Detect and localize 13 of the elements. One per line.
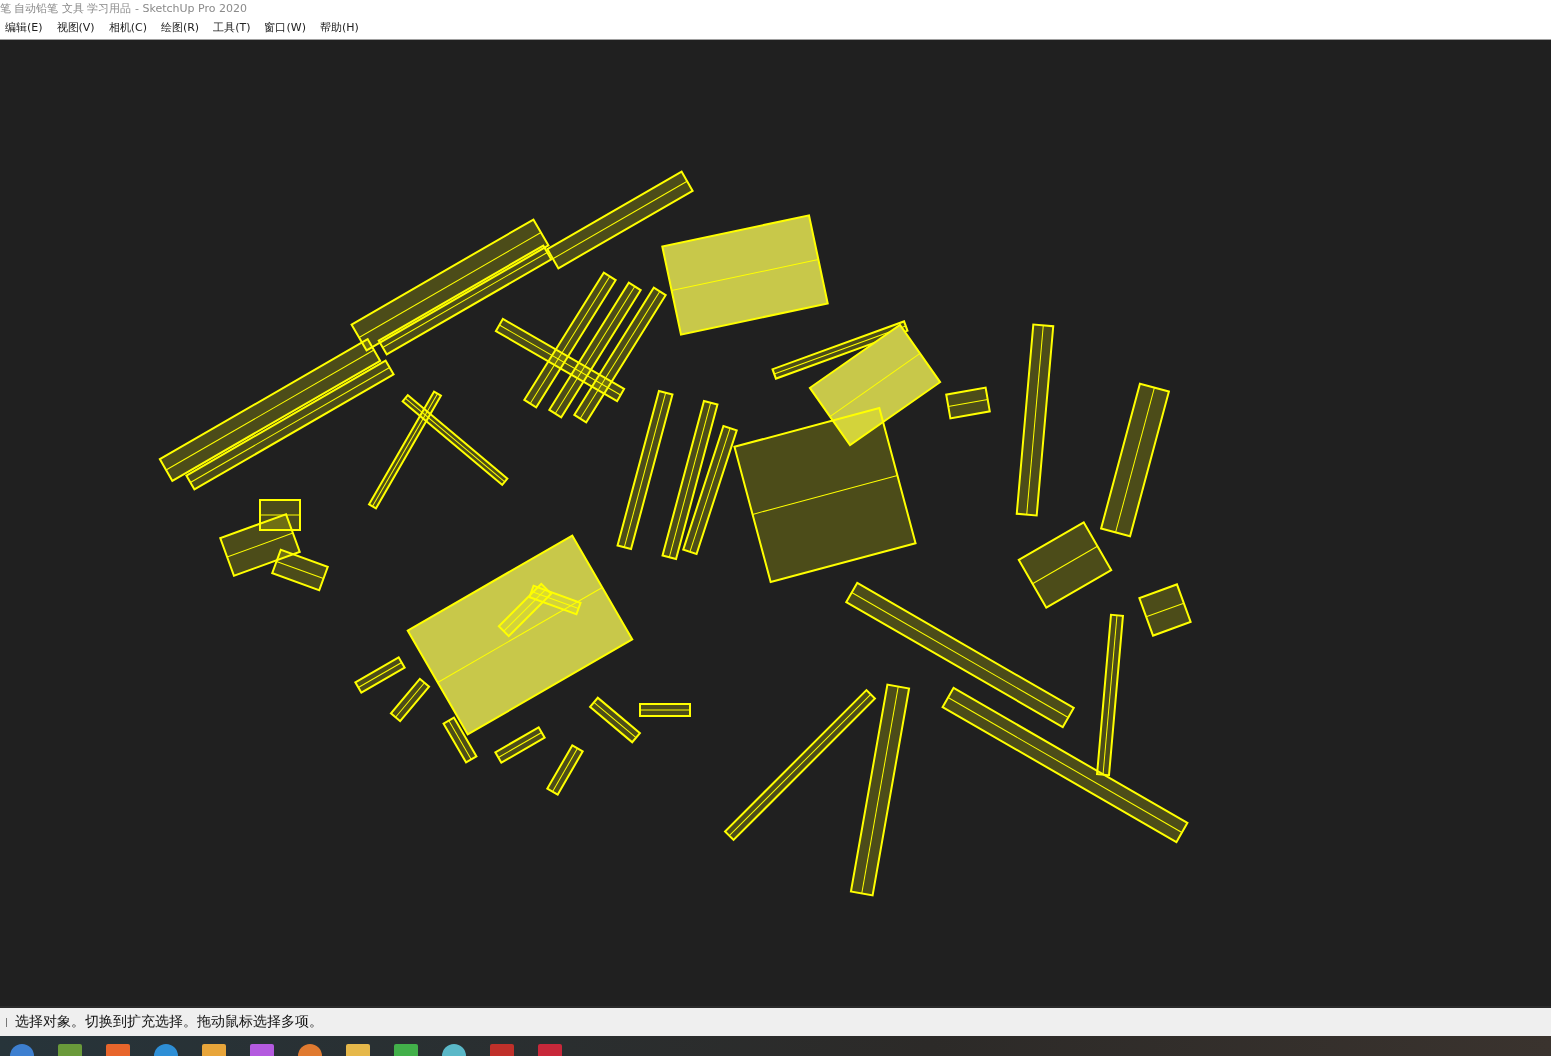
taskbar-app-icon[interactable] — [442, 1044, 466, 1056]
window-title: 笔 自动铅笔 文具 学习用品 - SketchUp Pro 2020 — [0, 0, 247, 16]
menu-item[interactable]: 窗口(W) — [264, 20, 306, 35]
status-text: 选择对象。切换到扩充选择。拖动鼠标选择多项。 — [15, 1013, 323, 1031]
menu-item[interactable]: 绘图(R) — [160, 20, 200, 35]
menu-item[interactable]: 相机(C) — [108, 20, 147, 35]
menu-item[interactable]: 工具(T) — [213, 20, 251, 35]
taskbar-app-icon[interactable] — [298, 1044, 322, 1056]
taskbar-app-icon[interactable] — [154, 1044, 178, 1056]
menu-item[interactable]: 视图(V) — [56, 20, 95, 35]
menu-item[interactable]: 编辑(E) — [5, 20, 43, 35]
menu-item[interactable]: 帮助(H) — [319, 20, 359, 35]
taskbar-app-icon[interactable] — [10, 1044, 34, 1056]
